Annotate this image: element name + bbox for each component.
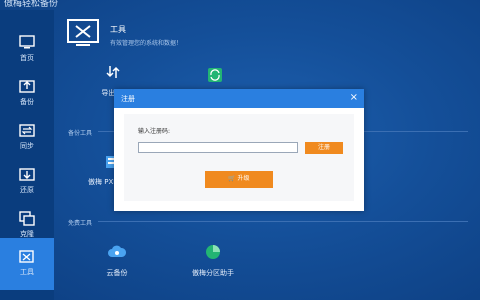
dialog-body: 输入注册码: 注册 🛒 升级	[124, 114, 354, 201]
modal-overlay: 注册 × 输入注册码: 注册 🛒 升级	[0, 0, 480, 300]
registration-code-label: 输入注册码:	[138, 128, 171, 135]
dialog-header: 注册 ×	[114, 89, 364, 108]
register-dialog: 注册 × 输入注册码: 注册 🛒 升级	[114, 89, 364, 211]
close-icon[interactable]: ×	[350, 92, 358, 104]
upgrade-button[interactable]: 🛒 升级	[205, 171, 273, 188]
dialog-title: 注册	[121, 95, 135, 103]
registration-code-input[interactable]	[138, 142, 298, 153]
register-button[interactable]: 注册	[305, 142, 343, 154]
